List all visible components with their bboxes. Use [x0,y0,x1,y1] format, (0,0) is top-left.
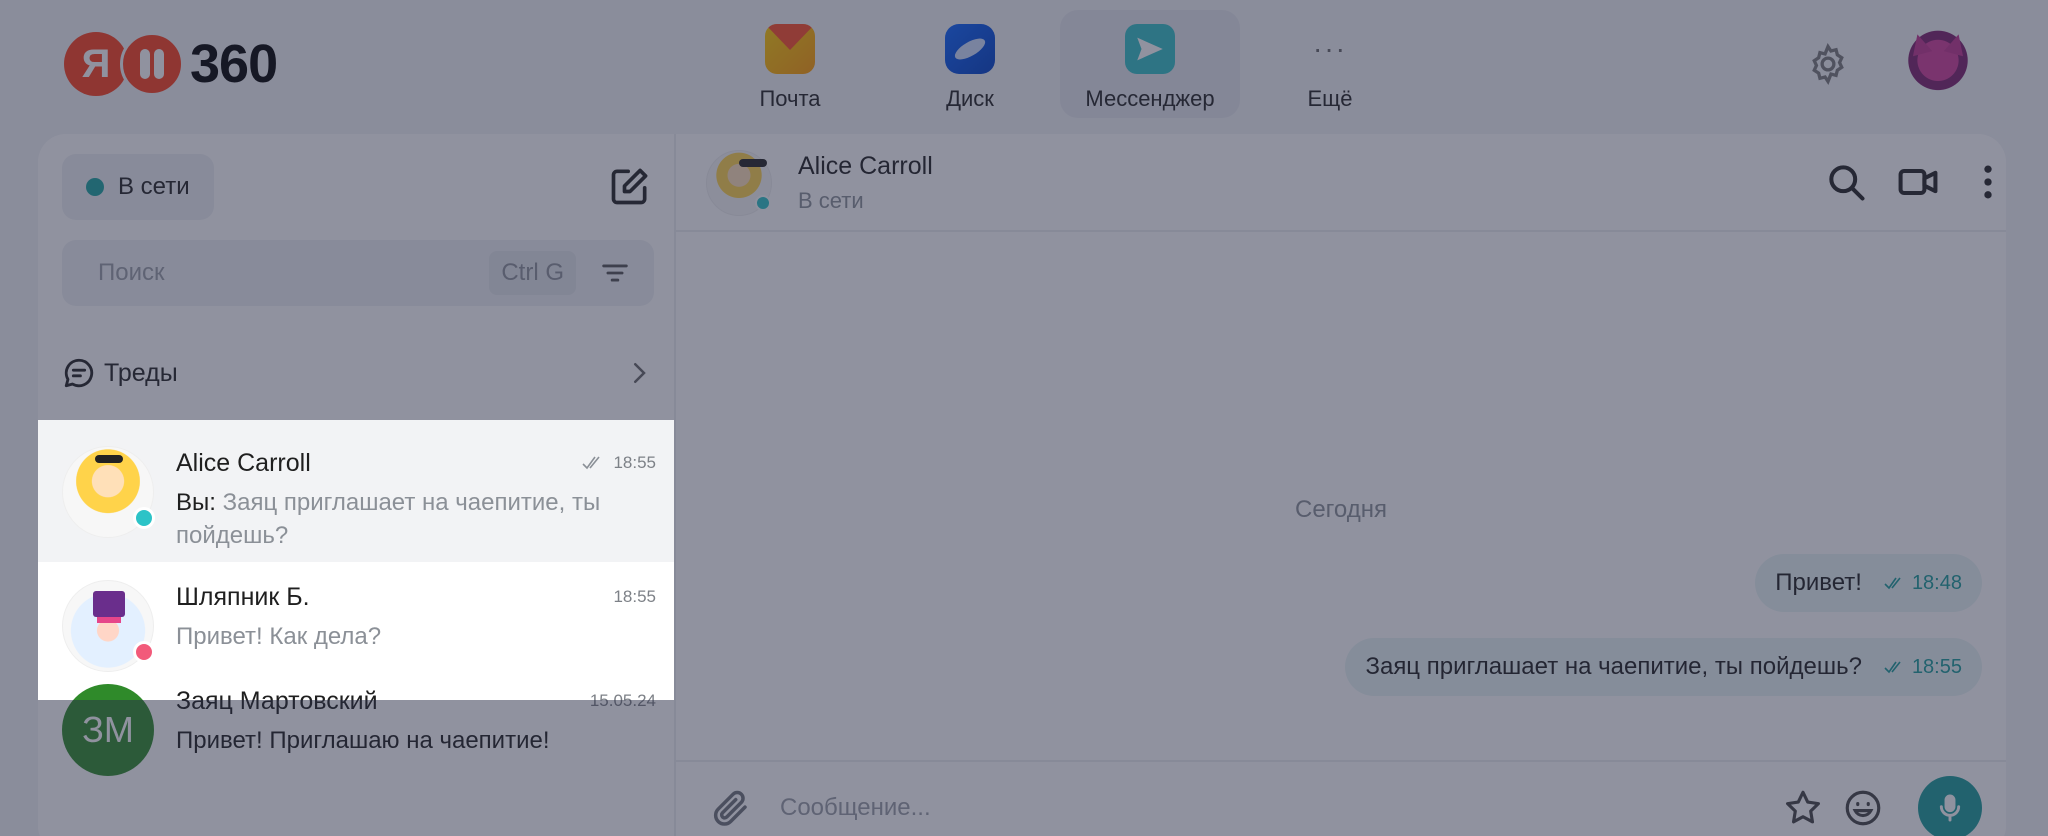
app-more[interactable]: ··· Ещё [1240,10,1420,118]
threads-icon [64,358,94,388]
message-input[interactable] [780,794,1764,822]
overlay-left [0,420,38,700]
conversation-name[interactable]: Alice Carroll [798,152,933,181]
filter-icon[interactable] [598,256,632,290]
preview-prefix: Вы: [176,489,216,516]
chat-list-item[interactable]: Шляпник Б. 18:55 Привет! Как дела? [38,562,674,672]
video-call-icon[interactable] [1896,160,1940,204]
preview-text: Заяц приглашает на чаепитие, ты пойдешь? [176,489,601,549]
avatar [62,446,155,538]
app-label: Почта [759,86,821,111]
app-label: Диск [946,86,994,111]
attach-paperclip-icon[interactable] [710,787,752,829]
chat-name: Шляпник Б. [176,582,310,611]
microphone-icon [1939,794,1961,822]
search-icon[interactable] [1824,160,1868,204]
yandex-360-messenger: Я 360 Почта Диск Мессенджер ··· Ещё В се… [0,0,2048,836]
message-meta: 18:55 [1884,656,1962,679]
chat-preview: Привет! Как дела? [176,623,382,650]
chat-sidebar: В сети Ctrl G Треды [38,134,676,836]
app-label: Мессенджер [1085,86,1215,111]
conversation-header: Alice Carroll В сети [676,134,2006,232]
double-check-icon [582,456,601,470]
chat-list-item[interactable]: ЗМ Заяц Мартовский 15.05.24 Привет! Приг… [38,668,674,828]
day-separator: Сегодня [1295,496,1387,523]
presence-label: В сети [118,173,190,200]
chat-name: Заяц Мартовский [176,686,378,715]
logo-text: 360 [190,34,278,94]
app-disk[interactable]: Диск [880,10,1060,118]
conversation-status: В сети [798,188,864,213]
chat-list-item[interactable]: Alice Carroll 18:55 Вы: Заяц приглашает … [38,420,674,562]
online-status-icon [133,507,155,529]
more-vertical-icon[interactable] [1966,160,2006,204]
chat-preview: Вы: Заяц приглашает на чаепитие, ты пойд… [176,486,656,552]
message-composer [676,760,2006,836]
app-switcher: Почта Диск Мессенджер ··· Ещё [700,10,1420,118]
message-bubble[interactable]: Заяц приглашает на чаепитие, ты пойдешь?… [1345,638,1982,696]
double-check-icon [1884,577,1901,590]
chat-name: Alice Carroll [176,448,311,477]
presence-status-button[interactable]: В сети [62,154,214,220]
app-label: Ещё [1307,86,1353,111]
status-dot-icon [133,641,155,663]
360-logo-mark [120,32,184,96]
more-icon: ··· [1313,33,1347,64]
app-messenger[interactable]: Мессенджер [1060,10,1240,118]
chat-time-text: 18:55 [613,453,656,472]
message-meta: 18:48 [1884,572,1962,595]
message-time: 18:48 [1911,571,1962,594]
search-input[interactable] [98,259,490,287]
settings-gear-icon[interactable] [1806,42,1850,86]
disk-icon [945,24,995,74]
chat-time: 18:55 [613,587,656,606]
yandex-logo-letter: Я [64,32,128,96]
mail-icon [765,24,815,74]
yandex-360-logo[interactable]: Я 360 [64,32,278,96]
conversation-pane: Alice Carroll В сети Сегодня Привет! 18:… [676,134,2006,836]
conversation-avatar[interactable] [706,150,772,216]
chat-time: 15.05.24 [589,691,656,710]
message-time: 18:55 [1911,655,1962,678]
voice-message-button[interactable] [1918,776,1982,836]
emoji-icon[interactable] [1842,787,1884,829]
double-check-icon [1884,661,1901,674]
star-icon[interactable] [1782,787,1824,829]
chevron-right-icon [634,363,646,383]
avatar [62,580,155,672]
search-shortcut-hint: Ctrl G [489,251,576,295]
message-bubble[interactable]: Привет! 18:48 [1755,554,1982,612]
avatar: ЗМ [62,684,154,776]
messenger-icon [1125,24,1175,74]
chat-time: 18:55 [581,453,656,473]
app-mail[interactable]: Почта [700,10,880,118]
user-avatar[interactable] [1902,28,1974,100]
search-bar: Ctrl G [62,240,654,306]
compose-icon[interactable] [608,164,652,208]
messenger-panel: В сети Ctrl G Треды [38,134,2006,836]
threads-label: Треды [104,358,178,387]
message-text: Привет! [1775,569,1862,596]
chat-preview: Привет! Приглашаю на чаепитие! [176,727,550,754]
online-status-icon [755,195,771,211]
message-text: Заяц приглашает на чаепитие, ты пойдешь? [1365,653,1862,680]
threads-entry[interactable]: Треды [62,348,654,398]
online-dot-icon [86,178,104,196]
